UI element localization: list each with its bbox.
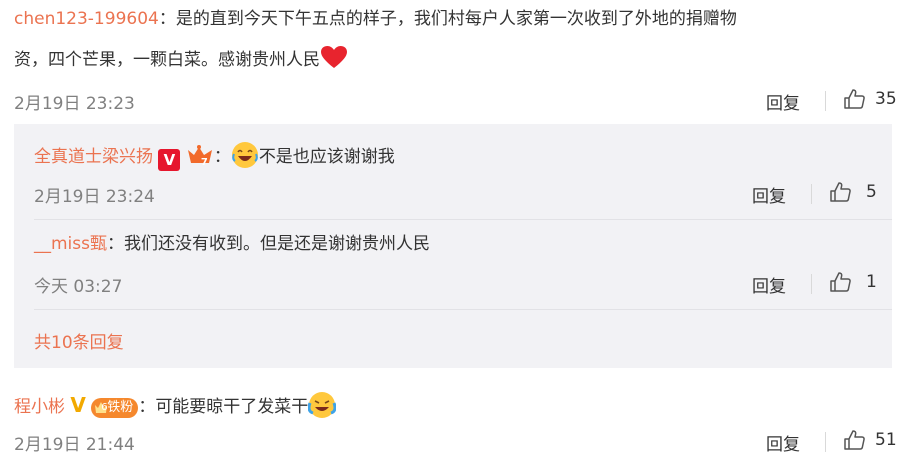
badge-text: 铁粉: [107, 400, 134, 415]
comment-1-body: chen123-199604：是的直到今天下午五点的样子，我们村每户人家第一次收…: [14, 6, 894, 33]
divider: [825, 432, 826, 452]
comment-username[interactable]: chen123-199604: [14, 9, 159, 29]
vip-level: 7: [200, 157, 208, 168]
reply-time: 今天 03:27: [34, 277, 123, 297]
comment-1-body-line2: 资，四个芒果，一颗白菜。感谢贵州人民: [14, 45, 348, 74]
divider: [811, 274, 812, 294]
reply-divider: [34, 219, 892, 220]
verified-v-icon: V: [70, 393, 86, 417]
reply-button[interactable]: 回复: [766, 430, 800, 455]
like-count: 35: [875, 89, 897, 109]
vip-crown-icon: 7: [186, 144, 214, 168]
divider: [825, 91, 826, 111]
reply-2-body: __miss甄：我们还没有收到。但是还是谢谢贵州人民: [34, 231, 430, 258]
reply-button[interactable]: 回复: [752, 272, 786, 297]
more-replies-link[interactable]: 共10条回复: [34, 328, 124, 353]
separator: ：: [138, 397, 156, 417]
comment-text: 资，四个芒果，一颗白菜。感谢贵州人民: [14, 50, 320, 70]
comment-username[interactable]: 程小彬: [14, 397, 65, 417]
reply-button[interactable]: 回复: [766, 89, 800, 114]
thumbs-up-icon[interactable]: [829, 271, 851, 293]
badge-level: 6: [101, 402, 108, 413]
like-count: 5: [866, 182, 877, 202]
reply-button[interactable]: 回复: [752, 182, 786, 207]
comment-time: 2月19日 21:44: [14, 435, 135, 455]
verified-v-icon: V: [158, 149, 181, 171]
heart-icon: [320, 45, 348, 74]
reply-username[interactable]: 全真道士梁兴扬: [34, 147, 153, 167]
laugh-emoji: [231, 141, 259, 169]
comment-text: 是的直到今天下午五点的样子，我们村每户人家第一次收到了外地的捐赠物: [175, 9, 737, 29]
separator: ：: [213, 147, 231, 167]
thumbs-up-icon[interactable]: [843, 88, 865, 110]
thumbs-up-icon[interactable]: [829, 181, 851, 203]
crying-laugh-emoji: [307, 391, 337, 419]
comment-2-body: 程小彬 V 6 铁粉 ：可能要晾干了发菜干: [14, 391, 337, 421]
reply-username[interactable]: __miss甄: [34, 234, 107, 254]
separator: ：: [107, 234, 124, 254]
reply-time: 2月19日 23:24: [34, 187, 155, 207]
like-count: 1: [866, 272, 877, 292]
fan-badge: 6 铁粉: [91, 398, 139, 418]
reply-text: 不是也应该谢谢我: [258, 147, 395, 167]
comment-time: 2月19日 23:23: [14, 94, 135, 114]
reply-text: 我们还没有收到。但是还是谢谢贵州人民: [124, 234, 430, 254]
reply-divider: [34, 309, 892, 310]
thumbs-up-icon[interactable]: [843, 429, 865, 451]
reply-1-body: 全真道士梁兴扬 V 7 ： 不是也应该谢谢我: [34, 141, 395, 171]
comment-text: 可能要晾干了发菜干: [155, 397, 309, 417]
separator: ：: [158, 9, 176, 29]
like-count: 51: [875, 430, 897, 450]
divider: [811, 184, 812, 204]
